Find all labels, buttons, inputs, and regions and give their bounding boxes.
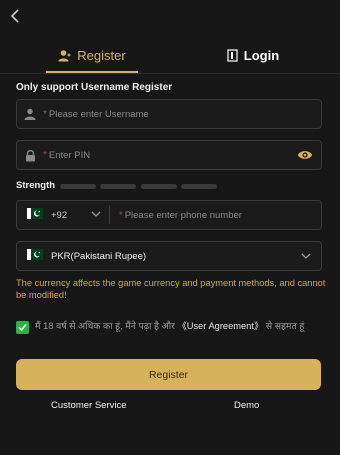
tabs-divider: [0, 73, 340, 74]
user-icon: [58, 49, 71, 62]
country-code-select[interactable]: +92: [17, 201, 109, 229]
customer-service-link[interactable]: Customer Service: [51, 400, 127, 411]
tab-login-label: Login: [243, 47, 280, 63]
pin-field[interactable]: * Enter PIN: [16, 140, 322, 170]
user-icon: [17, 108, 43, 120]
pakistan-flag-icon: [27, 249, 43, 263]
username-field[interactable]: * Please enter Username: [16, 99, 322, 129]
auth-tabs: Register Login: [0, 36, 340, 74]
required-mark: *: [43, 149, 47, 161]
login-door-icon: [227, 48, 238, 62]
user-agreement-link[interactable]: 《User Agreement》: [177, 321, 263, 331]
phone-input[interactable]: * Please enter phone number: [119, 201, 242, 229]
demo-link[interactable]: Demo: [234, 400, 259, 411]
eye-icon[interactable]: [297, 148, 313, 166]
chevron-down-icon: [91, 208, 101, 223]
agreement-text-before: मैं 18 वर्ष से अधिक का हूं, मैंने पढ़ा ह…: [35, 321, 178, 331]
lock-icon: [17, 149, 43, 162]
agreement-text-after: से सहमत हूं: [263, 321, 305, 331]
strength-segment: [181, 184, 217, 189]
pin-placeholder: Enter PIN: [48, 149, 91, 161]
back-button[interactable]: [6, 6, 26, 26]
strength-label: Strength: [16, 180, 56, 191]
country-code: +92: [51, 209, 68, 221]
check-icon: [18, 324, 27, 332]
tab-login[interactable]: Login: [208, 36, 298, 74]
chevron-down-icon: [301, 250, 311, 265]
divider: [109, 206, 110, 224]
phone-placeholder: Please enter phone number: [124, 209, 242, 221]
tab-register-label: Register: [77, 47, 126, 63]
strength-segment: [100, 184, 136, 189]
agreement-text: मैं 18 वर्ष से अधिक का हूं, मैंने पढ़ा ह…: [35, 319, 325, 333]
register-mode-note: Only support Username Register: [16, 82, 173, 93]
register-button[interactable]: Register: [16, 359, 321, 390]
pakistan-flag-icon: [27, 208, 43, 222]
tab-register[interactable]: Register: [46, 36, 138, 74]
strength-segment: [141, 184, 177, 189]
required-mark: *: [43, 108, 47, 120]
username-placeholder: Please enter Username: [48, 108, 149, 120]
required-mark: *: [119, 209, 123, 221]
currency-select[interactable]: PKR(Pakistani Rupee): [16, 241, 322, 271]
currency-value: PKR(Pakistani Rupee): [51, 250, 147, 262]
phone-field: +92 * Please enter phone number: [16, 200, 322, 230]
strength-segment: [60, 184, 96, 189]
agreement-checkbox[interactable]: [16, 321, 29, 334]
chevron-left-icon: [10, 9, 19, 23]
currency-warning: The currency affects the game currency a…: [16, 278, 326, 300]
